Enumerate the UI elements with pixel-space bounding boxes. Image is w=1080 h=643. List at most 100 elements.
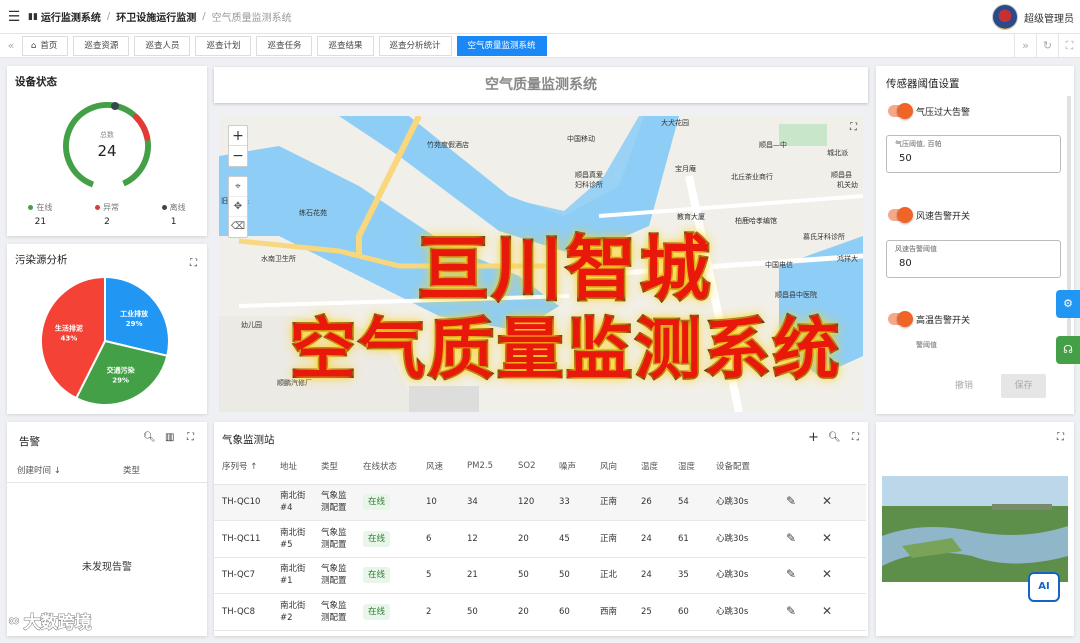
settings-side-tab[interactable]: ⚙ <box>1056 290 1080 318</box>
delete-icon[interactable]: ✕ <box>822 604 832 618</box>
watermark-logo-icon: ∞ <box>8 612 21 629</box>
map-label: 教育大厦 <box>677 213 705 221</box>
wind-alarm-label: 风速告警开关 <box>916 212 971 222</box>
sort-down-icon: ↓ <box>53 466 61 476</box>
zoom-out-button[interactable]: − <box>229 146 247 166</box>
edit-icon[interactable]: ✎ <box>786 604 796 618</box>
menu-icon[interactable]: ☰ <box>0 9 28 25</box>
home-icon: ⌂ <box>31 40 37 51</box>
refresh-icon[interactable]: ↻ <box>1036 34 1058 58</box>
map-label: 练石花苑 <box>299 209 327 217</box>
table-row[interactable]: TH-QC11 南北街 #5 气象监 测配置 在线 6 12 20 45 正南 … <box>214 520 866 558</box>
add-icon[interactable]: + <box>808 430 819 445</box>
col-pm25[interactable]: PM2.5 <box>459 448 510 485</box>
user-name: 超级管理员 <box>1024 13 1074 25</box>
col-serial[interactable]: 序列号 ↑ <box>214 448 272 485</box>
breadcrumb-item[interactable]: 运行监测系统 <box>41 9 101 24</box>
delete-icon[interactable]: ✕ <box>822 531 832 545</box>
delete-icon[interactable]: ✕ <box>822 494 832 508</box>
edit-icon[interactable]: ✎ <box>786 531 796 545</box>
map-zoom-control: + − <box>228 125 248 167</box>
col-config[interactable]: 设备配置 <box>708 448 778 485</box>
map-fullscreen-icon[interactable]: ⛶ <box>850 122 857 133</box>
alarm-col-time[interactable]: 创建时间 ↓ <box>17 464 61 476</box>
legend-offline: 离线 1 <box>161 202 186 227</box>
pollution-card: 污染源分析 ⛶ 工业排放 29% 交通污染 29% 生活排泥 43% <box>7 244 207 414</box>
chart-icon: ▮▮ <box>28 11 38 22</box>
zoom-in-button[interactable]: + <box>229 126 247 146</box>
alarm-col-type[interactable]: 类型 <box>123 464 140 476</box>
sort-up-icon: ↑ <box>250 461 258 472</box>
table-row[interactable]: TH-QC8 南北街 #2 气象监 测配置 在线 2 50 20 60 西南 2… <box>214 593 866 631</box>
edit-icon[interactable]: ✎ <box>786 494 796 508</box>
device-status-card: 设备状态 总数 24 在线 21 异常 2 离线 1 <box>7 66 207 236</box>
pie-slice-value: 43% <box>61 334 78 342</box>
promo-title: 亘川智城 <box>417 227 714 312</box>
legend-abnormal: 异常 2 <box>94 202 119 227</box>
pie-slice-value: 29% <box>126 320 143 328</box>
table-row[interactable]: TH-QC10 南北街 #4 气象监 测配置 在线 10 34 120 33 正… <box>214 484 866 521</box>
col-so2[interactable]: SO2 <box>510 448 551 485</box>
status-badge: 在线 <box>363 603 391 620</box>
map-label: 宝月庵 <box>675 165 696 173</box>
col-humidity[interactable]: 湿度 <box>670 448 708 485</box>
avatar <box>992 4 1018 30</box>
total-count: 24 <box>97 142 117 160</box>
map-label: 顺昌真爱 <box>575 171 603 179</box>
pie-slice-label: 生活排泥 <box>55 323 83 332</box>
tab-tasks[interactable]: 巡查任务 <box>256 35 313 56</box>
search-icon[interactable]: 🔍︎ <box>828 432 841 443</box>
marker-icon[interactable]: ⌖ <box>229 177 247 197</box>
pressure-threshold-field[interactable]: 气压阈值, 百帕 50 <box>886 135 1061 173</box>
pressure-alarm-label: 气压过大告警 <box>916 108 971 118</box>
pie-slice-label: 交通污染 <box>107 366 136 375</box>
tab-plans[interactable]: 巡查计划 <box>195 35 252 56</box>
promo-subtitle: 空气质量监测系统 <box>289 310 842 390</box>
ai-assistant-button[interactable]: AI <box>1028 572 1060 602</box>
tab-personnel[interactable]: 巡查人员 <box>134 35 191 56</box>
col-address[interactable]: 地址 <box>272 448 313 485</box>
search-icon[interactable]: 🔍︎ <box>143 432 156 443</box>
cancel-button[interactable]: 撤销 <box>944 374 984 398</box>
map-label: 顺昌县 <box>831 171 852 179</box>
map-label: 中国移动 <box>567 135 595 143</box>
tab-air-quality[interactable]: 空气质量监测系统 <box>456 35 547 56</box>
tab-statistics[interactable]: 巡查分析统计 <box>378 35 452 56</box>
fullscreen-icon[interactable]: ⛶ <box>1057 432 1064 443</box>
col-type[interactable]: 类型 <box>313 448 355 485</box>
support-side-tab[interactable]: ☊ <box>1056 336 1080 364</box>
tab-home[interactable]: ⌂ 首页 <box>22 35 69 56</box>
photo-card: ⛶ AI <box>876 422 1074 636</box>
col-status[interactable]: 在线状态 <box>355 448 418 485</box>
fullscreen-icon[interactable]: ⛶ <box>852 432 859 443</box>
col-wind[interactable]: 风速 <box>418 448 459 485</box>
wind-alarm-toggle[interactable] <box>888 207 913 223</box>
pie-slice-label: 工业排放 <box>120 309 149 318</box>
pressure-alarm-toggle[interactable] <box>888 103 913 119</box>
tabs-prev-icon[interactable]: « <box>0 39 22 52</box>
tab-results[interactable]: 巡查结果 <box>317 35 374 56</box>
headset-icon: ☊ <box>1063 343 1073 356</box>
total-label: 总数 <box>100 131 114 139</box>
promo-overlay: 亘川智城 空气质量监测系统 <box>186 227 946 390</box>
pollution-pie: 工业排放 29% 交通污染 29% 生活排泥 43% <box>40 275 170 406</box>
river-photo <box>882 476 1068 582</box>
move-icon[interactable]: ✥ <box>229 197 247 217</box>
map-label: 北丘茶业商行 <box>731 173 773 181</box>
fullscreen-icon[interactable]: ⛶ <box>187 432 194 443</box>
save-button[interactable]: 保存 <box>1001 374 1046 398</box>
breadcrumb-item[interactable]: 环卫设施运行监测 <box>116 9 196 24</box>
map-label: 竹苑度假酒店 <box>427 141 469 149</box>
user-menu[interactable]: 超级管理员 <box>992 4 1074 30</box>
table-header: 序列号 ↑ 地址 类型 在线状态 风速 PM2.5 SO2 噪声 风向 温度 湿… <box>214 448 866 485</box>
col-temp[interactable]: 温度 <box>633 448 670 485</box>
tabs-next-icon[interactable]: » <box>1014 34 1036 58</box>
table-row[interactable]: TH-QC7 南北街 #1 气象监 测配置 在线 5 21 50 50 正北 2… <box>214 557 866 594</box>
edit-icon[interactable]: ✎ <box>786 567 796 581</box>
fullscreen-icon[interactable]: ⛶ <box>1058 34 1080 58</box>
columns-icon[interactable]: ▥ <box>165 432 174 443</box>
tab-resources[interactable]: 巡查资源 <box>73 35 130 56</box>
delete-icon[interactable]: ✕ <box>822 567 832 581</box>
col-direction[interactable]: 风向 <box>592 448 633 485</box>
col-noise[interactable]: 噪声 <box>551 448 592 485</box>
